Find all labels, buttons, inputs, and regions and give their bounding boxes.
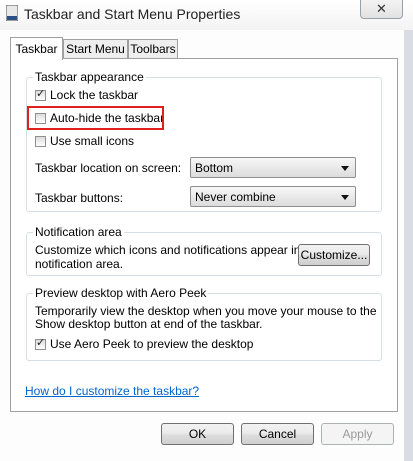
aero-peek-description-line2: Show desktop button at end of the taskba… xyxy=(35,317,263,331)
checkmark-icon: ✓ xyxy=(36,87,46,100)
cancel-button[interactable]: Cancel xyxy=(241,423,314,445)
apply-button[interactable]: Apply xyxy=(321,423,394,445)
taskbar-buttons-select[interactable]: Never combine xyxy=(190,186,356,207)
dropdown-arrow-icon xyxy=(341,195,349,200)
lock-taskbar-checkbox[interactable]: ✓ Lock the taskbar xyxy=(35,87,138,103)
tab-label: Start Menu xyxy=(66,42,125,56)
ok-button[interactable]: OK xyxy=(161,423,234,445)
small-icons-checkbox[interactable]: Use small icons xyxy=(35,133,134,149)
taskbar-location-label: Taskbar location on screen: xyxy=(35,161,182,175)
checkbox-label: Use small icons xyxy=(50,134,135,148)
title-bar[interactable]: Taskbar and Start Menu Properties ✕ xyxy=(0,0,413,30)
tab-label: Toolbars xyxy=(130,42,176,56)
checkbox-box[interactable]: ✓ xyxy=(35,87,46,101)
properties-window: Taskbar and Start Menu Properties ✕ Task… xyxy=(0,0,413,461)
tab-taskbar[interactable]: Taskbar xyxy=(10,37,63,60)
use-aero-peek-checkbox[interactable]: ✓ Use Aero Peek to preview the desktop xyxy=(35,336,253,352)
close-button[interactable]: ✕ xyxy=(360,0,403,19)
customize-button[interactable]: Customize... xyxy=(298,244,370,266)
close-icon: ✕ xyxy=(376,1,387,16)
checkbox-label: Lock the taskbar xyxy=(50,88,139,102)
select-value: Bottom xyxy=(195,161,234,175)
taskbar-properties-icon xyxy=(6,5,18,21)
aero-peek-description-line1: Temporarily view the desktop when you mo… xyxy=(35,304,377,318)
highlight-annotation xyxy=(27,106,164,130)
checkbox-label: Use Aero Peek to preview the desktop xyxy=(50,337,254,351)
window-title: Taskbar and Start Menu Properties xyxy=(24,6,241,22)
checkbox-box[interactable]: ✓ xyxy=(35,336,46,350)
group-title: Taskbar appearance xyxy=(33,70,146,84)
tab-start-menu[interactable]: Start Menu xyxy=(63,39,128,58)
tab-toolbars[interactable]: Toolbars xyxy=(128,39,178,58)
taskbar-location-select[interactable]: Bottom xyxy=(190,157,356,178)
select-value: Never combine xyxy=(195,190,276,204)
group-title: Notification area xyxy=(33,225,124,239)
checkbox-box[interactable] xyxy=(35,135,46,147)
checkmark-icon: ✓ xyxy=(36,336,46,349)
group-title: Preview desktop with Aero Peek xyxy=(33,286,209,300)
notification-description-line2: notification area. xyxy=(35,257,124,271)
dropdown-arrow-icon xyxy=(341,166,349,171)
tab-label: Taskbar xyxy=(15,42,58,56)
taskbar-buttons-label: Taskbar buttons: xyxy=(35,191,124,205)
notification-description-line1: Customize which icons and notifications … xyxy=(35,243,321,257)
help-link[interactable]: How do I customize the taskbar? xyxy=(25,384,199,398)
window-right-edge xyxy=(404,30,413,461)
